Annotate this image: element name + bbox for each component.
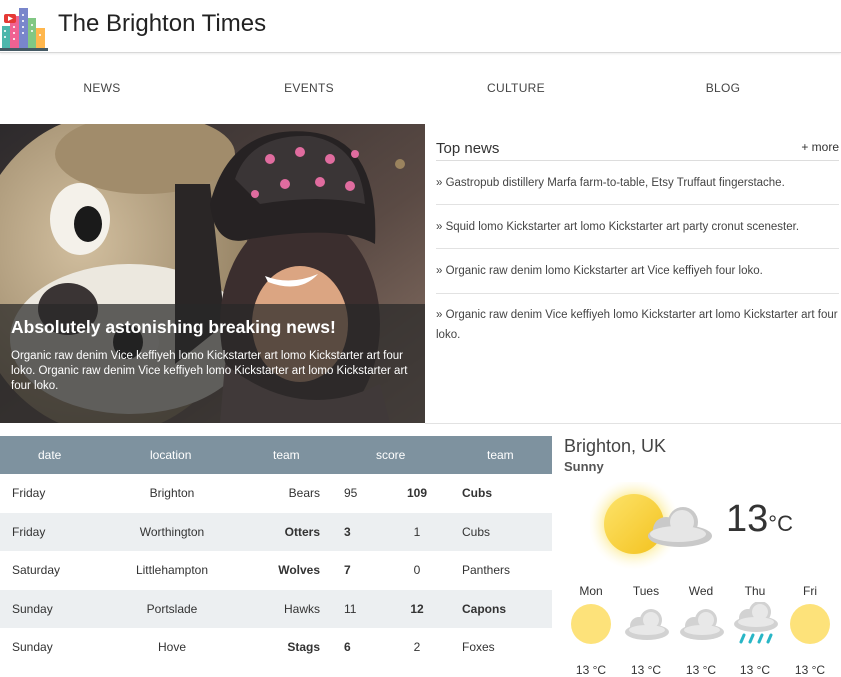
cell-date: Friday: [12, 486, 46, 500]
sun-icon: [790, 604, 830, 644]
forecast-temperature: 13 °C: [794, 663, 826, 677]
nav-item-blog[interactable]: BLOG: [663, 81, 783, 95]
news-item[interactable]: » Gastropub distillery Marfa farm-to-tab…: [436, 173, 839, 193]
current-temperature: 13°C: [726, 498, 793, 541]
forecast-day: Fri 13 °C: [782, 584, 838, 677]
cell-score1: 3: [344, 524, 351, 539]
cell-team1: Bears: [288, 486, 320, 500]
forecast-day: Thu 13 °C: [727, 584, 783, 677]
divider: [436, 248, 839, 249]
column-header-date[interactable]: date: [38, 448, 61, 462]
cell-score2: 1: [413, 524, 421, 539]
forecast-temperature: 13 °C: [630, 663, 662, 677]
news-item[interactable]: » Organic raw denim Vice keffiyeh lomo K…: [436, 305, 839, 345]
cell-score1: 95: [344, 486, 358, 500]
cell-score1: 6: [344, 640, 351, 654]
forecast-day-label: Fri: [803, 584, 817, 598]
forecast-day: Mon 13 °C: [563, 584, 619, 677]
hero-summary: Organic raw denim Vice keffiyeh lomo Kic…: [11, 350, 408, 392]
hero-story[interactable]: Absolutely astonishing breaking news! Or…: [0, 124, 425, 423]
cell-team2: Capons: [462, 601, 507, 616]
sun-icon: [571, 604, 611, 644]
table-row[interactable]: Friday Worthington Otters 3 1 Cubs: [0, 512, 552, 551]
cell-score2: 2: [413, 640, 421, 654]
forecast-temperature: 13 °C: [575, 663, 607, 677]
forecast-temperature: 13 °C: [739, 663, 771, 677]
cell-score2: 0: [413, 563, 421, 577]
weather-widget: Brighton, UK Sunny 13°C Mon 13 °C Tues 13 °…: [552, 424, 841, 677]
partly-cloudy-icon: [590, 482, 712, 570]
cell-team2: Panthers: [462, 563, 511, 577]
temperature-unit: °C: [768, 511, 793, 536]
forecast-day-label: Tues: [632, 584, 660, 598]
column-header-location[interactable]: location: [150, 448, 191, 462]
site-title: The Brighton Times: [58, 10, 267, 37]
cell-location: Worthington: [139, 524, 205, 539]
rain-icon: [734, 601, 778, 644]
more-news-link[interactable]: + more: [801, 140, 839, 154]
cell-location: Littlehampton: [135, 563, 209, 577]
column-header-team[interactable]: team: [273, 448, 300, 462]
divider: [436, 204, 839, 205]
weather-city: Brighton, UK: [564, 436, 667, 456]
divider: [436, 160, 839, 161]
forecast-temperature: 13 °C: [685, 663, 717, 677]
cell-team2: Cubs: [462, 486, 492, 500]
column-header-team[interactable]: team: [487, 448, 514, 462]
cell-team1: Otters: [284, 524, 320, 539]
cell-location: Brighton: [149, 486, 195, 500]
cell-team1: Stags: [287, 640, 320, 654]
nav-item-culture[interactable]: CULTURE: [456, 81, 576, 95]
news-item[interactable]: » Organic raw denim lomo Kickstarter art…: [436, 261, 839, 281]
top-news-title: Top news: [436, 140, 500, 157]
cell-score1: 7: [344, 563, 351, 577]
forecast-day-label: Wed: [688, 584, 714, 598]
column-header-score[interactable]: score: [376, 448, 405, 462]
cell-team1: Wolves: [278, 563, 320, 577]
cloud-icon: [680, 609, 724, 640]
nav-item-news[interactable]: NEWS: [42, 81, 162, 95]
cell-date: Sunday: [12, 601, 53, 616]
cell-score2: 12: [410, 601, 424, 616]
table-header: date location team score team: [0, 436, 552, 474]
table-row[interactable]: Saturday Littlehampton Wolves 7 0 Panthers: [0, 551, 552, 589]
forecast-day-label: Mon: [579, 584, 603, 598]
city-skyline-icon[interactable]: [0, 4, 48, 52]
temperature-value: 13: [726, 498, 769, 540]
cell-location: Hove: [157, 640, 186, 654]
cell-team2: Foxes: [462, 640, 495, 654]
cell-team1: Hawks: [283, 601, 320, 616]
forecast-day-label: Thu: [744, 584, 766, 598]
cell-date: Friday: [12, 524, 46, 539]
forecast-day: Wed 13 °C: [673, 584, 729, 677]
main-nav: NEWS EVENTS CULTURE BLOG: [0, 53, 841, 123]
divider: [436, 293, 839, 294]
nav-item-events[interactable]: EVENTS: [249, 81, 369, 95]
cell-date: Saturday: [12, 563, 61, 577]
cloud-icon: [625, 609, 669, 640]
weather-condition: Sunny: [564, 459, 604, 474]
site-header: The Brighton Times: [0, 0, 841, 53]
table-row[interactable]: Friday Brighton Bears 95 109 Cubs: [0, 474, 552, 512]
cell-date: Sunday: [12, 640, 53, 654]
cell-team2: Cubs: [462, 524, 491, 539]
forecast-day: Tues 13 °C: [618, 584, 674, 677]
table-row[interactable]: Sunday Hove Stags 6 2 Foxes: [0, 628, 552, 666]
cell-score2: 109: [406, 486, 428, 500]
hero-headline[interactable]: Absolutely astonishing breaking news!: [11, 317, 336, 338]
table-row[interactable]: Sunday Portslade Hawks 11 12 Capons: [0, 589, 552, 628]
cell-location: Portslade: [146, 601, 198, 616]
cell-score1: 11: [344, 601, 357, 616]
news-item[interactable]: » Squid lomo Kickstarter art lomo Kickst…: [436, 217, 839, 237]
